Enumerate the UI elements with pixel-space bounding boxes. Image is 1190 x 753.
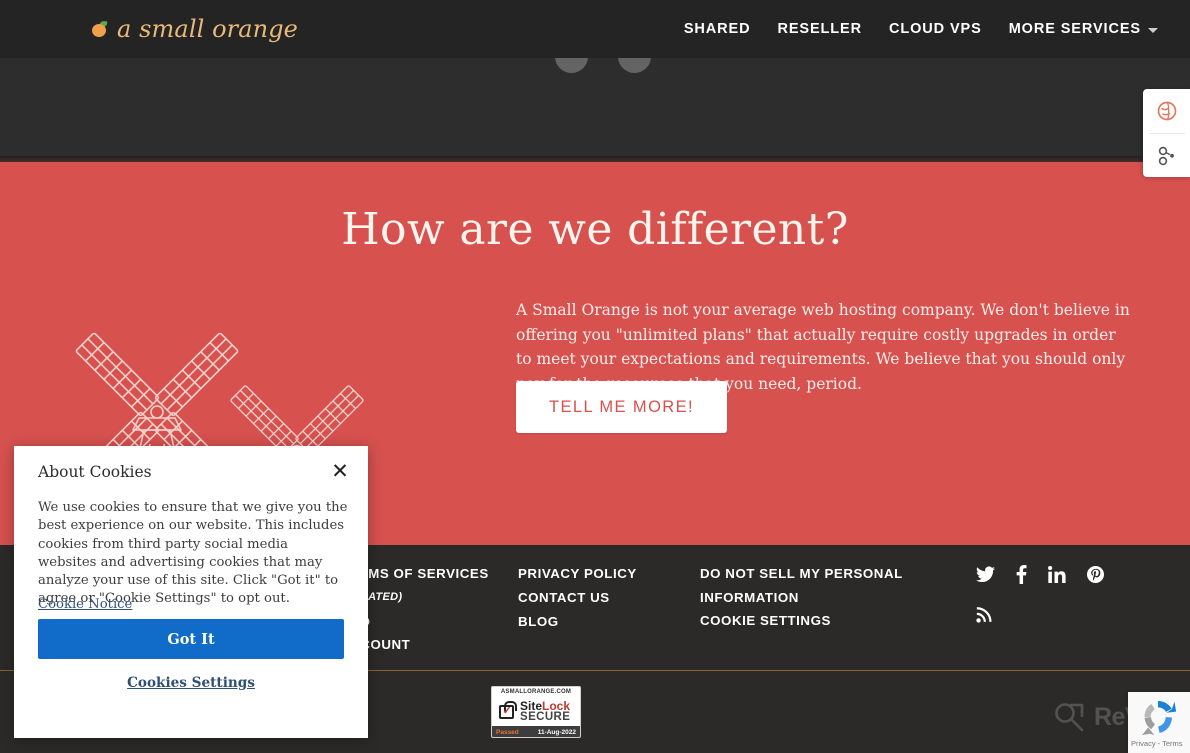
share-nodes-icon [1158,146,1174,166]
float-widget-share-button[interactable] [1143,134,1190,177]
cookie-notice-link[interactable]: Cookie Notice [38,597,132,612]
sitelock-status: Passed 11-Aug-2022 [492,726,580,737]
nav-item-reseller[interactable]: RESELLER [777,21,862,37]
nav-label: RESELLER [777,21,862,37]
social-links [976,565,1104,584]
float-widget-chat-button[interactable] [1143,89,1190,133]
sitelock-domain: ASMALLORANGE.COM [492,687,580,697]
carousel-dot[interactable] [555,58,588,73]
site-logo[interactable]: a small orange [92,15,298,43]
recaptcha-terms[interactable]: Privacy - Terms [1131,739,1183,748]
orange-fruit-icon [92,20,108,37]
footer-link-contact-us[interactable]: CONTACT US [518,586,700,610]
nav-label: CLOUD VPS [889,21,982,37]
carousel-controls [555,58,651,73]
sitelock-date: 11-Aug-2022 [537,728,576,736]
nav-item-shared[interactable]: SHARED [684,21,751,37]
page-title: How are we different? [341,204,849,255]
sitelock-wordmark: SiteLock SECURE [520,700,570,724]
site-header: a small orange SHARED RESELLER CLOUD VPS… [0,0,1190,58]
footer-link-columns: TERMS OF SERVICES (UPDATED) ASO ACCOUNT … [340,562,960,657]
facebook-icon[interactable] [1016,565,1027,584]
page-root: a small orange SHARED RESELLER CLOUD VPS… [0,0,1190,753]
footer-column-2: PRIVACY POLICY CONTACT US BLOG [518,562,700,657]
main-navigation: SHARED RESELLER CLOUD VPS MORE SERVICES [684,21,1158,37]
got-it-button[interactable]: Got It [38,619,344,659]
recaptcha-icon [1142,701,1177,736]
nav-item-cloud-vps[interactable]: CLOUD VPS [889,21,982,37]
cookie-dialog-title: About Cookies [38,463,152,481]
cookies-settings-link[interactable]: Cookies Settings [14,675,368,691]
sitelock-main: SiteLock SECURE [492,697,580,726]
footer-link-cookie-settings[interactable]: COOKIE SETTINGS [700,609,960,633]
social-links-secondary [976,606,993,623]
footer-link-blog[interactable]: BLOG [518,610,700,634]
lock-icon [492,700,520,719]
cookie-consent-dialog: About Cookies ✕ We use cookies to ensure… [14,446,368,738]
linkedin-icon[interactable] [1048,566,1066,583]
nav-label: MORE SERVICES [1008,21,1141,37]
nav-label: SHARED [683,21,751,37]
recaptcha-badge[interactable]: Privacy - Terms [1128,692,1190,753]
nav-item-more-services[interactable]: MORE SERVICES [1009,21,1158,37]
carousel-dot[interactable] [618,58,651,73]
sitelock-passed: Passed [496,728,519,736]
footer-link-privacy-policy[interactable]: PRIVACY POLICY [518,562,700,586]
cookie-dialog-body: We use cookies to ensure that we give yo… [38,500,348,607]
floating-side-widget [1143,89,1190,177]
chevron-down-icon [1148,27,1158,33]
close-icon[interactable]: ✕ [329,460,351,482]
hero-dark-strip [0,58,1190,162]
pinterest-icon[interactable] [1087,566,1104,583]
tell-me-more-button[interactable]: TELL ME MORE! [516,381,727,433]
logo-text: a small orange [117,15,298,43]
footer-link-do-not-sell[interactable]: DO NOT SELL MY PERSONAL INFORMATION [700,562,960,609]
orange-chat-icon [1157,101,1177,121]
sitelock-secure-word: SECURE [520,710,571,723]
rss-icon[interactable] [976,606,993,623]
footer-column-3: DO NOT SELL MY PERSONAL INFORMATION COOK… [700,562,960,657]
twitter-icon[interactable] [976,566,995,583]
sitelock-secure-badge[interactable]: ASMALLORANGE.COM SiteLock SECURE Passed … [491,686,581,738]
